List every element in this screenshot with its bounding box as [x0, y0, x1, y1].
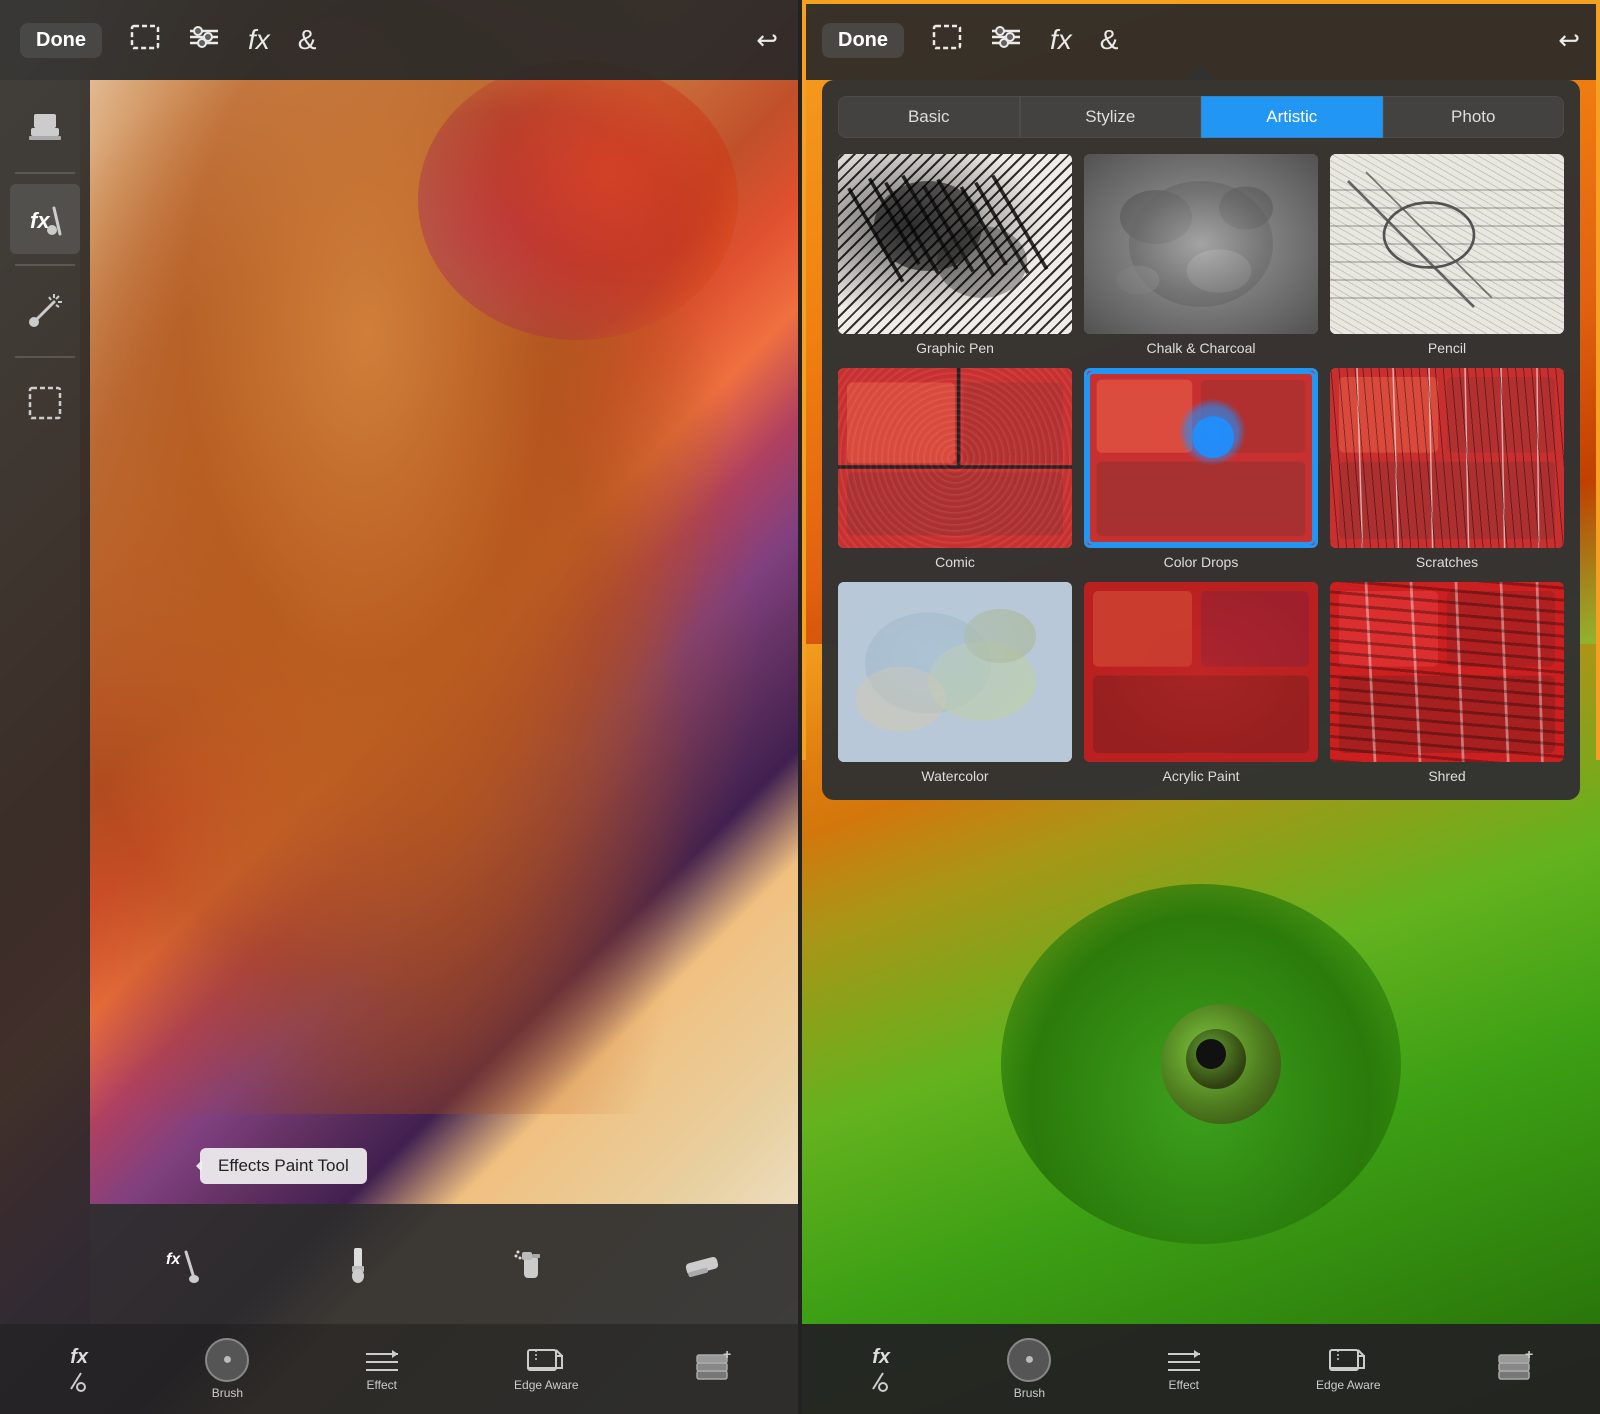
fx-brush-tool[interactable]: fx [164, 1242, 208, 1286]
left-bottom-effect[interactable]: Effect [364, 1346, 400, 1392]
tab-basic[interactable]: Basic [838, 96, 1020, 138]
filter-pencil-label: Pencil [1428, 340, 1466, 356]
undo-icon-left[interactable]: ↩ [756, 25, 778, 56]
marquee-icon[interactable] [130, 24, 160, 57]
tool-separator-2 [15, 264, 75, 266]
right-bottom-toolbar: fx ● Brush Effect [802, 1324, 1600, 1414]
spray-tool[interactable] [508, 1242, 552, 1286]
filter-color-drops[interactable]: Color Drops [1084, 368, 1318, 570]
filter-color-drops-label: Color Drops [1164, 554, 1239, 570]
filter-pencil-thumb [1330, 154, 1564, 334]
left-bottom-edge-aware[interactable]: Edge Aware [514, 1346, 579, 1392]
undo-icon-right[interactable]: ↩ [1558, 25, 1580, 56]
filter-pencil[interactable]: Pencil [1330, 154, 1564, 356]
edge-aware-label: Edge Aware [514, 1378, 579, 1392]
filter-graphic-pen[interactable]: Graphic Pen [838, 154, 1072, 356]
svg-text:+: + [723, 1351, 731, 1362]
stamp-tool[interactable] [10, 92, 80, 162]
ampersand-icon-left[interactable]: & [298, 24, 317, 56]
right-bottom-effect[interactable]: Effect [1166, 1346, 1202, 1392]
right-bottom-layers[interactable]: + [1495, 1351, 1533, 1387]
filter-acrylic-paint[interactable]: Acrylic Paint [1084, 582, 1318, 784]
filter-chalk-charcoal-label: Chalk & Charcoal [1147, 340, 1256, 356]
filter-scratches-label: Scratches [1416, 554, 1478, 570]
adjustments-icon-right[interactable] [990, 24, 1022, 57]
right-bottom-edge-aware[interactable]: Edge Aware [1316, 1346, 1381, 1392]
filter-watercolor-thumb [838, 582, 1072, 762]
tab-stylize[interactable]: Stylize [1020, 96, 1202, 138]
done-button-left[interactable]: Done [20, 23, 102, 58]
tool-separator-1 [15, 172, 75, 174]
filter-scratches-thumb [1330, 368, 1564, 548]
edge-aware-label-right: Edge Aware [1316, 1378, 1381, 1392]
filter-graphic-pen-label: Graphic Pen [916, 340, 994, 356]
effects-paint-tool[interactable]: fx [10, 184, 80, 254]
filter-chalk-charcoal-thumb [1084, 154, 1318, 334]
filter-shred-label: Shred [1428, 768, 1465, 784]
right-bottom-brush[interactable]: ● Brush [1007, 1338, 1051, 1400]
left-panel: Done fx & ↩ [0, 0, 798, 1414]
filter-comic[interactable]: Comic [838, 368, 1072, 570]
popup-arrow [1187, 66, 1215, 80]
brush-circle-icon-right: ● [1007, 1338, 1051, 1382]
filter-grid: Graphic Pen Chalk & Charcoal [838, 154, 1564, 784]
brush-circle-icon: ● [205, 1338, 249, 1382]
left-bottom-layers[interactable]: + [693, 1351, 731, 1387]
adjustments-icon[interactable] [188, 24, 220, 57]
done-button-right[interactable]: Done [822, 23, 904, 58]
ampersand-icon-right[interactable]: & [1100, 24, 1119, 56]
left-bottom-fx[interactable]: fx [67, 1346, 91, 1393]
magic-wand-tool[interactable] [10, 276, 80, 346]
filter-color-drops-thumb [1084, 368, 1318, 548]
svg-text:+: + [1525, 1351, 1533, 1362]
right-bottom-fx[interactable]: fx [869, 1346, 893, 1393]
tab-artistic[interactable]: Artistic [1201, 96, 1383, 138]
marquee-icon-right[interactable] [932, 24, 962, 57]
effect-label: Effect [367, 1378, 397, 1392]
eraser-tool[interactable] [680, 1242, 724, 1286]
brush-label-right: Brush [1014, 1386, 1045, 1400]
left-bottom-toolbar: fx ● Brush Effect [0, 1324, 798, 1414]
effects-tools-row: fx [90, 1204, 798, 1324]
brush-tool[interactable] [336, 1242, 380, 1286]
right-panel: Done fx & ↩ Basic Stylize [802, 0, 1600, 1414]
effect-label-right: Effect [1169, 1378, 1199, 1392]
filter-comic-label: Comic [935, 554, 975, 570]
filter-scratches[interactable]: Scratches [1330, 368, 1564, 570]
fx-icon-left[interactable]: fx [248, 24, 270, 56]
tool-separator-3 [15, 356, 75, 358]
brush-label: Brush [212, 1386, 243, 1400]
filter-comic-thumb [838, 368, 1072, 548]
filter-watercolor-label: Watercolor [921, 768, 988, 784]
filter-shred[interactable]: Shred [1330, 582, 1564, 784]
filter-chalk-charcoal[interactable]: Chalk & Charcoal [1084, 154, 1318, 356]
filter-acrylic-paint-label: Acrylic Paint [1162, 768, 1239, 784]
filter-acrylic-paint-thumb [1084, 582, 1318, 762]
filter-watercolor[interactable]: Watercolor [838, 582, 1072, 784]
side-tools-panel: fx [0, 80, 90, 1324]
left-bottom-brush[interactable]: ● Brush [205, 1338, 249, 1400]
filter-tabs: Basic Stylize Artistic Photo [838, 96, 1564, 138]
effects-paint-tooltip: Effects Paint Tool [200, 1148, 367, 1184]
svg-text:fx: fx [166, 1251, 181, 1268]
tab-photo[interactable]: Photo [1383, 96, 1565, 138]
filter-popup: Basic Stylize Artistic Photo [822, 80, 1580, 800]
filter-graphic-pen-thumb [838, 154, 1072, 334]
fx-icon-right[interactable]: fx [1050, 24, 1072, 56]
filter-shred-thumb [1330, 582, 1564, 762]
selection-tool[interactable] [10, 368, 80, 438]
left-toolbar: Done fx & ↩ [0, 0, 798, 80]
paint-splash [418, 60, 738, 340]
